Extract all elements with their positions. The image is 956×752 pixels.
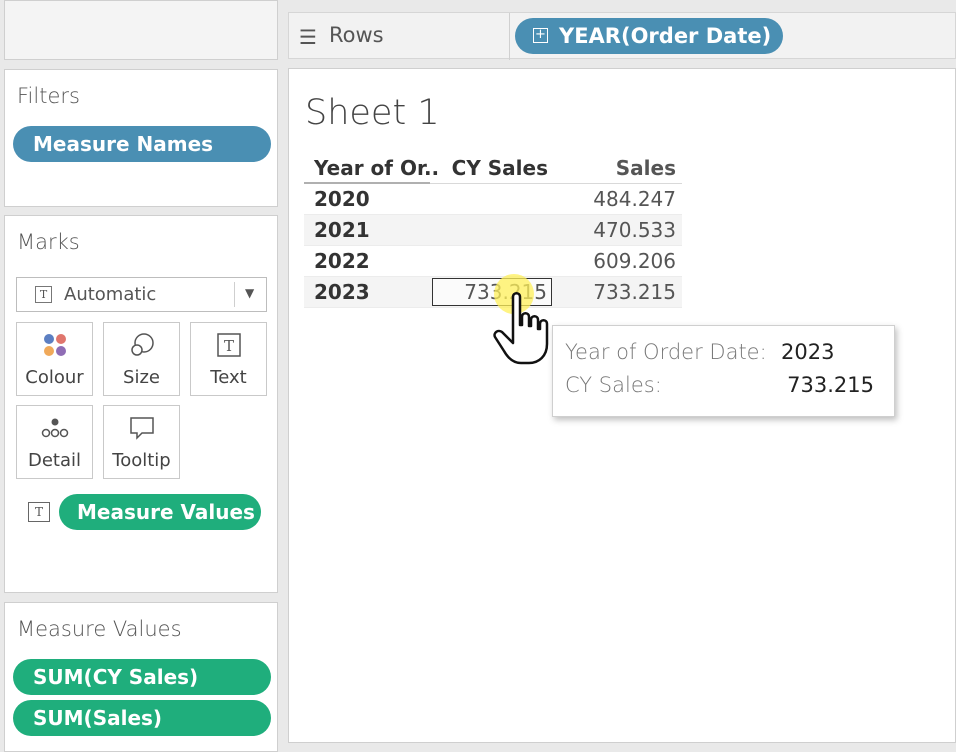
tooltip-key-year: Year of Order Date: — [565, 340, 767, 364]
shelf-separator — [509, 13, 510, 60]
detail-label: Detail — [27, 450, 82, 471]
tooltip-row-year: Year of Order Date: 2023 — [565, 340, 874, 370]
text-mark-icon: T — [35, 286, 52, 303]
table-header: Year of Or.. CY Sales Sales — [304, 153, 682, 184]
tooltip-val-cy-sales: 733.215 — [787, 373, 874, 397]
marks-title: Marks — [17, 230, 80, 254]
cell-year[interactable]: 2020 — [314, 187, 370, 211]
header-cy-sales[interactable]: CY Sales — [432, 156, 548, 180]
size-button[interactable]: Size — [103, 322, 180, 396]
table-row[interactable]: 2022 609.206 — [304, 246, 682, 277]
year-order-date-label: YEAR(Order Date) — [559, 24, 772, 48]
dropdown-separator — [234, 282, 235, 307]
detail-button[interactable]: Detail — [16, 405, 93, 479]
colour-icon — [17, 331, 92, 359]
list-icon: ☰ — [299, 25, 317, 49]
header-year[interactable]: Year of Or.. — [314, 156, 439, 180]
data-pane-header — [4, 0, 278, 60]
mark-type-dropdown[interactable]: T Automatic ▼ — [16, 277, 267, 312]
tooltip-row-cy-sales: CY Sales: 733.215 — [565, 373, 874, 403]
measure-values-title: Measure Values — [17, 617, 182, 641]
colour-label: Colour — [25, 367, 84, 388]
view-canvas[interactable]: Sheet 1 Year of Or.. CY Sales Sales 2020… — [288, 68, 956, 743]
tooltip-label: Tooltip — [112, 450, 171, 471]
crosstab-table: Year of Or.. CY Sales Sales 2020 484.247… — [304, 153, 682, 308]
pill-sum-cy-sales[interactable]: SUM(CY Sales) — [13, 659, 271, 695]
text-label: Text — [210, 367, 247, 388]
cell-sales[interactable]: 609.206 — [593, 249, 676, 273]
chevron-down-icon[interactable]: ▼ — [245, 286, 254, 300]
cell-sales[interactable]: 484.247 — [593, 187, 676, 211]
mark-type-label: Automatic — [64, 284, 157, 305]
size-icon — [104, 331, 179, 359]
cell-year[interactable]: 2021 — [314, 218, 370, 242]
cell-year[interactable]: 2023 — [314, 280, 370, 304]
rows-label: Rows — [329, 23, 384, 47]
hand-cursor-icon — [493, 292, 549, 365]
cell-year[interactable]: 2022 — [314, 249, 370, 273]
year-order-date-pill[interactable]: + YEAR(Order Date) — [515, 18, 783, 54]
rows-shelf[interactable]: ☰ Rows + YEAR(Order Date) — [288, 12, 956, 60]
marks-card: Marks — [4, 215, 278, 593]
filters-title: Filters — [17, 84, 80, 108]
filter-pill-measure-names[interactable]: Measure Names — [13, 126, 271, 162]
filters-card: Filters Measure Names — [4, 69, 278, 207]
tooltip-icon — [104, 414, 179, 442]
pill-sum-sales[interactable]: SUM(Sales) — [13, 700, 271, 736]
tooltip-popup: Year of Order Date: 2023 CY Sales: 733.2… — [552, 325, 895, 417]
detail-icon — [17, 414, 92, 442]
tooltip-button[interactable]: Tooltip — [103, 405, 180, 479]
svg-text:T: T — [223, 337, 233, 355]
cell-sales[interactable]: 733.215 — [593, 280, 676, 304]
tooltip-key-cy-sales: CY Sales: — [565, 373, 662, 397]
cell-sales[interactable]: 470.533 — [593, 218, 676, 242]
text-button[interactable]: T Text — [190, 322, 267, 396]
measure-values-pill[interactable]: Measure Values — [59, 494, 261, 530]
text-icon: T — [191, 331, 266, 359]
expand-icon[interactable]: + — [533, 28, 548, 43]
table-row[interactable]: 2020 484.247 — [304, 184, 682, 215]
size-label: Size — [123, 367, 160, 388]
table-row[interactable]: 2021 470.533 — [304, 215, 682, 246]
header-sales[interactable]: Sales — [616, 156, 676, 180]
measure-values-card: Measure Values SUM(CY Sales) SUM(Sales) — [4, 602, 278, 752]
colour-button[interactable]: Colour — [16, 322, 93, 396]
sheet-title: Sheet 1 — [305, 93, 440, 133]
text-encoding-icon: T — [28, 502, 50, 522]
tooltip-val-year: 2023 — [781, 340, 835, 364]
